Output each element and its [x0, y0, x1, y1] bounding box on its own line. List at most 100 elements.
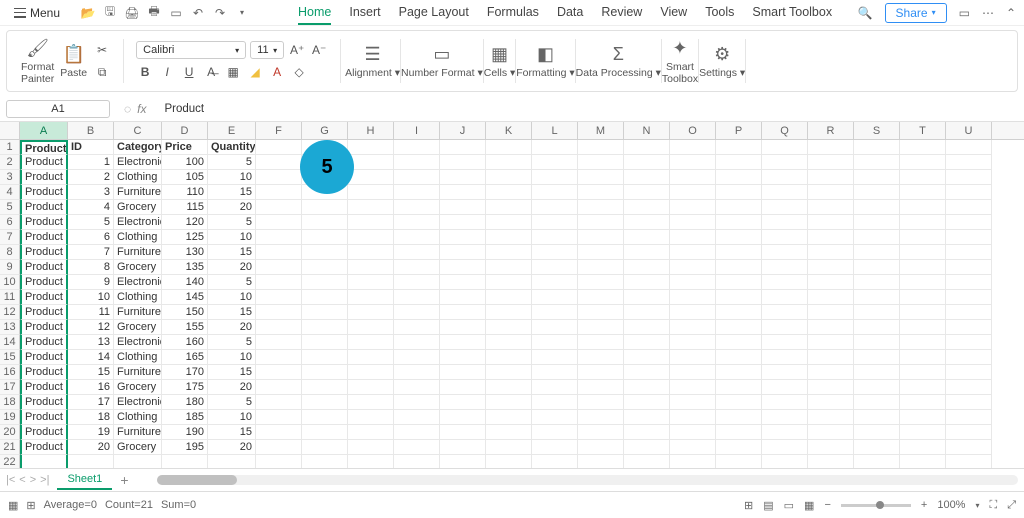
cell[interactable]: 10 — [208, 410, 256, 425]
cell[interactable] — [532, 365, 578, 380]
tab-insert[interactable]: Insert — [349, 1, 380, 25]
cell[interactable] — [532, 410, 578, 425]
row-header[interactable]: 15 — [0, 350, 20, 365]
cell[interactable] — [808, 350, 854, 365]
cell[interactable] — [716, 305, 762, 320]
cell[interactable]: 195 — [162, 440, 208, 455]
cell[interactable] — [348, 245, 394, 260]
cell[interactable] — [394, 185, 440, 200]
cell[interactable] — [762, 230, 808, 245]
col-header-S[interactable]: S — [854, 122, 900, 139]
cell[interactable]: 130 — [162, 245, 208, 260]
cell[interactable] — [348, 395, 394, 410]
cell[interactable] — [624, 350, 670, 365]
cell[interactable] — [946, 335, 992, 350]
cell[interactable] — [578, 335, 624, 350]
cell[interactable] — [68, 455, 114, 468]
cell[interactable] — [162, 455, 208, 468]
cell[interactable] — [578, 305, 624, 320]
cell[interactable] — [670, 275, 716, 290]
cell[interactable] — [762, 185, 808, 200]
cell[interactable] — [716, 260, 762, 275]
cell[interactable] — [532, 200, 578, 215]
print-icon[interactable]: 🖶 — [146, 2, 162, 23]
cell[interactable] — [394, 425, 440, 440]
select-all-corner[interactable] — [0, 122, 20, 139]
cell[interactable] — [808, 455, 854, 468]
cell[interactable] — [348, 290, 394, 305]
cell[interactable] — [670, 395, 716, 410]
cell[interactable] — [670, 290, 716, 305]
undo-icon[interactable]: ↶ — [190, 6, 206, 20]
cell[interactable]: 155 — [162, 320, 208, 335]
cell[interactable] — [348, 230, 394, 245]
col-header-U[interactable]: U — [946, 122, 992, 139]
cell[interactable]: 20 — [68, 440, 114, 455]
cell[interactable] — [900, 275, 946, 290]
paste-button[interactable]: 📋 Paste — [60, 44, 87, 79]
cell[interactable]: 15 — [208, 425, 256, 440]
cell[interactable]: Product 1 — [20, 305, 68, 320]
prev-sheet-icon[interactable]: < — [19, 474, 25, 486]
cell[interactable] — [716, 335, 762, 350]
cell[interactable] — [394, 215, 440, 230]
cell[interactable] — [762, 305, 808, 320]
cell[interactable] — [670, 305, 716, 320]
next-sheet-icon[interactable]: > — [30, 474, 36, 486]
cell[interactable]: Product 7 — [20, 245, 68, 260]
cell[interactable] — [440, 230, 486, 245]
cell[interactable] — [854, 305, 900, 320]
cell[interactable] — [854, 290, 900, 305]
cell[interactable] — [440, 365, 486, 380]
cell[interactable] — [440, 260, 486, 275]
cell[interactable]: 5 — [208, 335, 256, 350]
cell[interactable] — [900, 155, 946, 170]
font-size-selector[interactable]: 11▾ — [250, 41, 284, 59]
cell[interactable]: 150 — [162, 305, 208, 320]
col-header-P[interactable]: P — [716, 122, 762, 139]
cell[interactable] — [808, 365, 854, 380]
cell[interactable] — [440, 215, 486, 230]
cell[interactable] — [900, 305, 946, 320]
cell[interactable] — [854, 380, 900, 395]
zoom-out-icon[interactable]: − — [824, 499, 830, 511]
cell[interactable] — [808, 320, 854, 335]
cell[interactable] — [256, 335, 302, 350]
cell[interactable] — [624, 215, 670, 230]
cell[interactable] — [716, 200, 762, 215]
cell[interactable]: 1 — [68, 155, 114, 170]
export-icon[interactable]: 🖨 — [124, 6, 140, 20]
number-format-button[interactable]: ▭Number Format ▾ — [401, 44, 483, 79]
cell[interactable] — [900, 245, 946, 260]
cell[interactable] — [808, 335, 854, 350]
cell[interactable] — [854, 410, 900, 425]
cell[interactable] — [716, 140, 762, 155]
cell[interactable] — [808, 215, 854, 230]
cell[interactable] — [946, 260, 992, 275]
cell[interactable] — [854, 320, 900, 335]
strikethrough-button[interactable]: A̶ — [202, 63, 220, 81]
first-sheet-icon[interactable]: |< — [6, 474, 15, 486]
cell[interactable]: Product 6 — [20, 230, 68, 245]
cell[interactable] — [808, 440, 854, 455]
cell[interactable] — [762, 215, 808, 230]
row-header[interactable]: 22 — [0, 455, 20, 468]
cell[interactable] — [348, 440, 394, 455]
status-icon[interactable]: ▦ — [8, 499, 18, 512]
cell[interactable]: Furniture — [114, 425, 162, 440]
cell[interactable] — [900, 455, 946, 468]
cell[interactable] — [808, 140, 854, 155]
cell[interactable] — [486, 290, 532, 305]
col-header-F[interactable]: F — [256, 122, 302, 139]
font-selector[interactable]: Calibri▾ — [136, 41, 246, 59]
cell[interactable]: Furniture — [114, 185, 162, 200]
cell[interactable]: Product 5 — [20, 215, 68, 230]
cell[interactable] — [808, 155, 854, 170]
cell[interactable]: Furniture — [114, 305, 162, 320]
cell[interactable] — [900, 200, 946, 215]
cell[interactable]: Product 1 — [20, 395, 68, 410]
cell[interactable] — [348, 260, 394, 275]
cell[interactable]: Product 2 — [20, 440, 68, 455]
cell[interactable] — [348, 305, 394, 320]
cell[interactable] — [624, 140, 670, 155]
